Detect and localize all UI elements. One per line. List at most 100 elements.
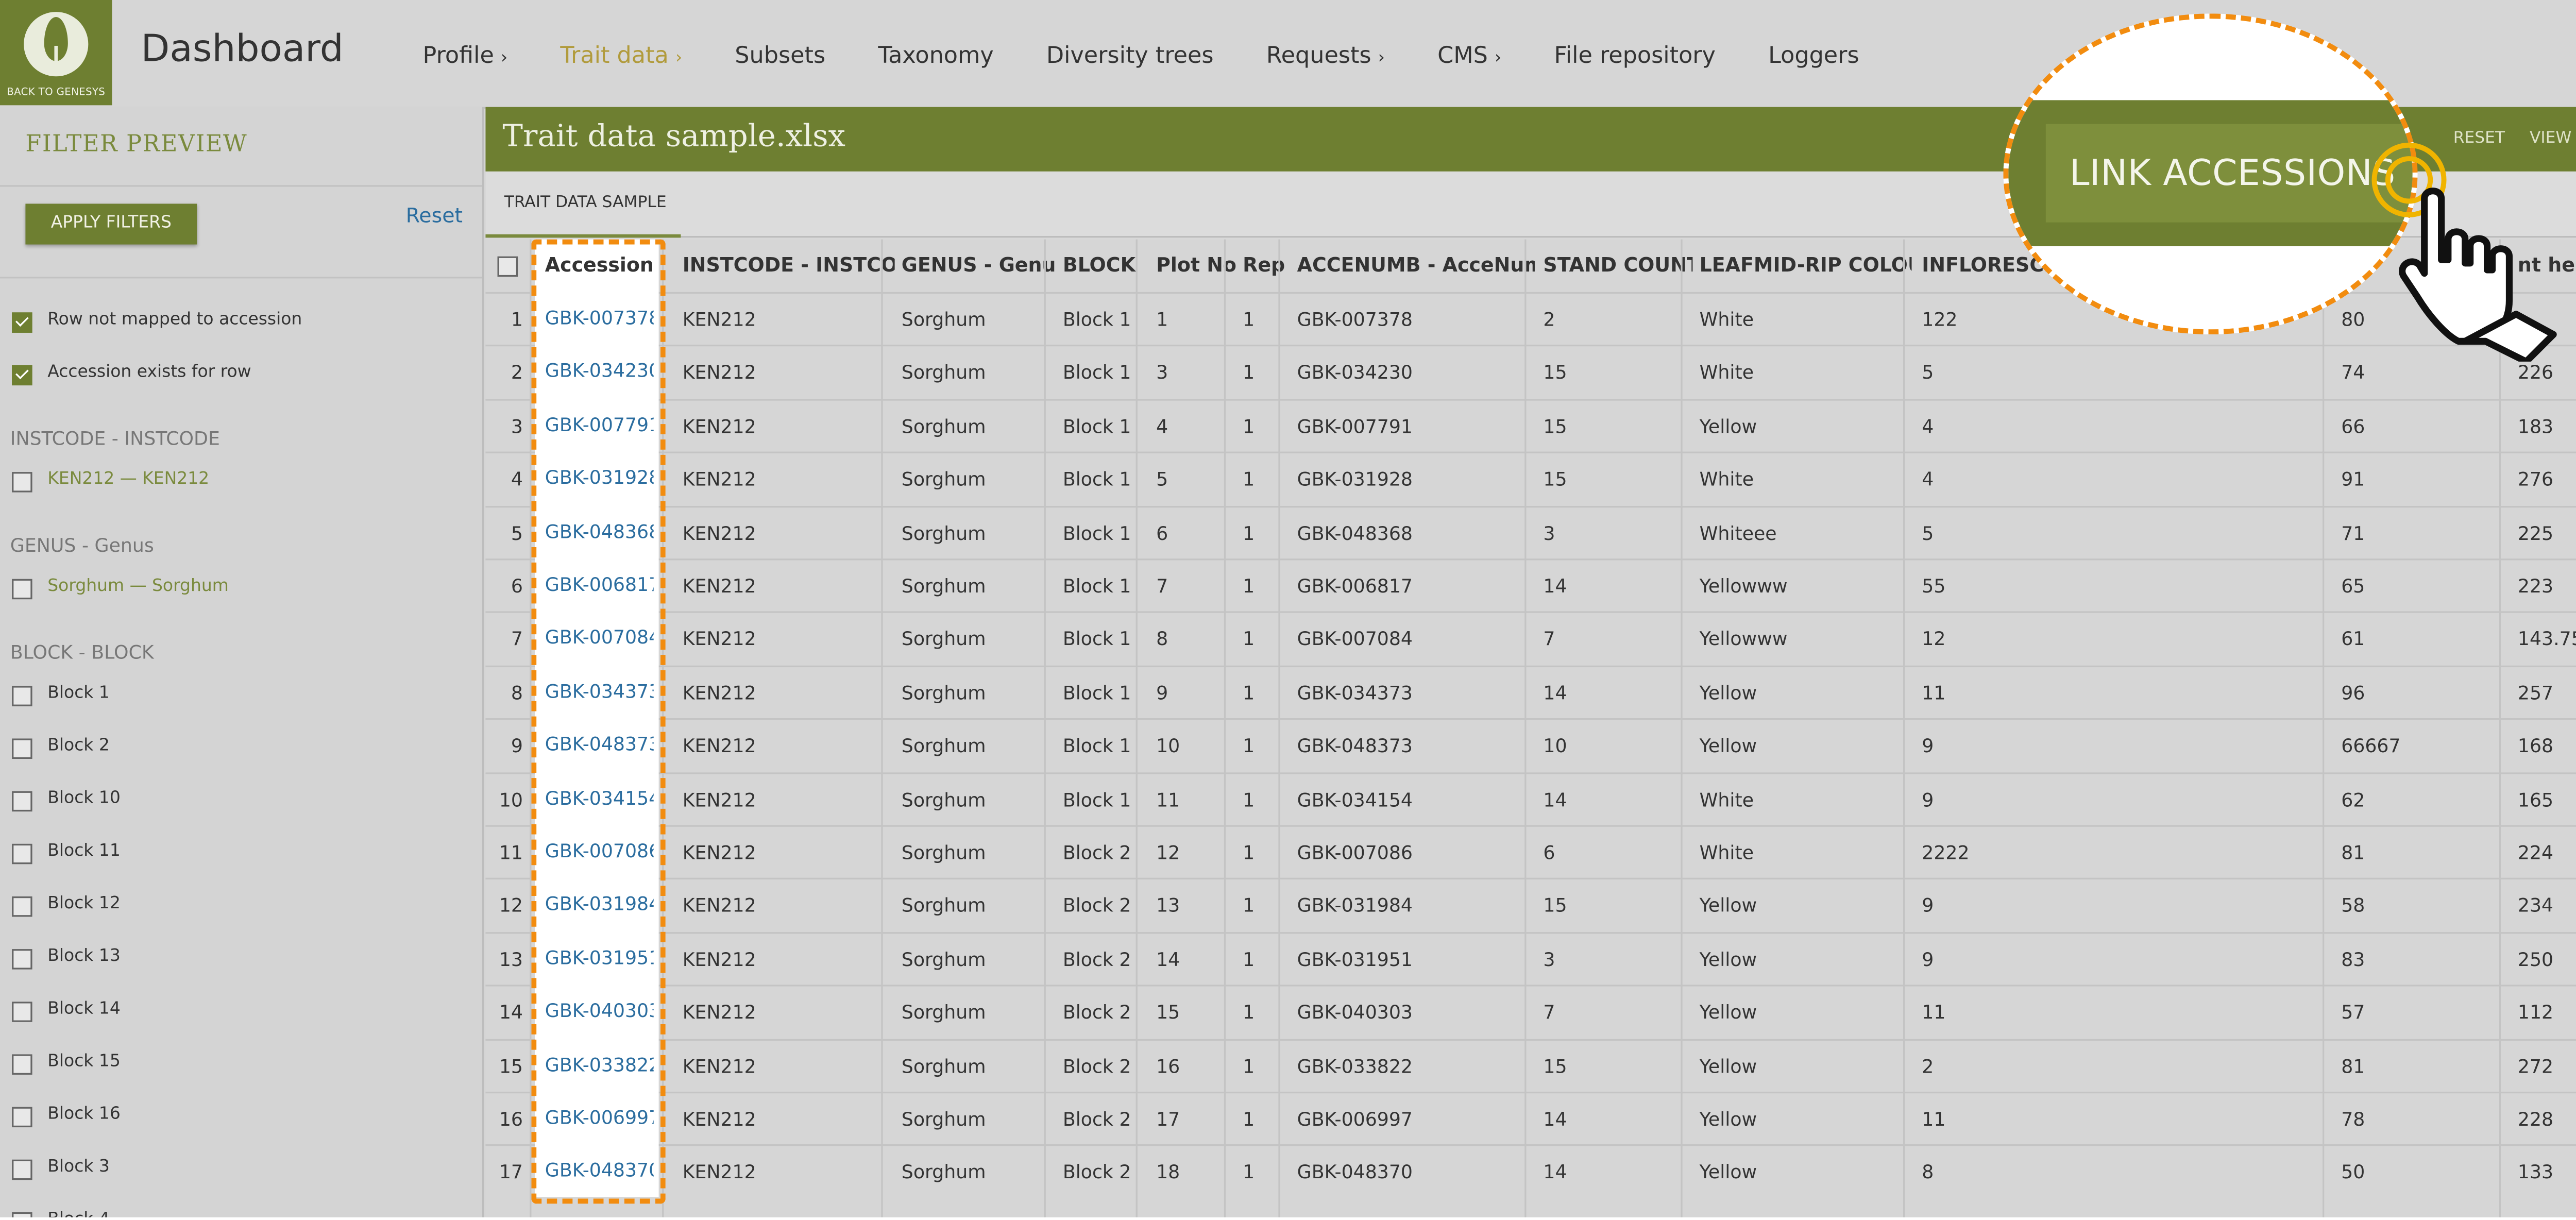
table-cell: 14 [1543,575,1567,598]
table-cell: Yellow [1699,1108,1757,1131]
table-cell: 143.75 [2517,629,2576,651]
table-row[interactable]: 14 KEN212 Sorghum Block 2 15 1 GBK-040303 7 Yell… [485,985,2576,1039]
table-cell: Block 1 [1062,469,1131,491]
table-cell: 2 [1543,309,1555,331]
filter-option-checkbox[interactable] [12,949,32,970]
nav-loggers[interactable]: Loggers [1768,42,1859,70]
filter-option-checkbox[interactable] [12,686,32,706]
row-number: 4 [511,469,523,491]
table-row[interactable]: 11 KEN212 Sorghum Block 2 12 1 GBK-007086 6 Whit… [485,825,2576,879]
table-cell: Block 1 [1062,788,1131,811]
table-cell: 1 [1243,309,1255,331]
table-cell: Sorghum [901,362,986,385]
filter-option-checkbox[interactable] [12,791,32,812]
table-row[interactable]: 16 KEN212 Sorghum Block 2 17 1 GBK-006997 14 Yel… [485,1091,2576,1146]
table-cell: Block 2 [1062,895,1131,918]
column-header[interactable]: Rep [1243,240,1290,292]
filter-option-checkbox[interactable] [12,843,32,865]
filter-option-label: Block 4 [47,1211,110,1217]
table-row[interactable]: 7 KEN212 Sorghum Block 1 8 1 GBK-007084 7 Yellow… [485,612,2576,666]
filter-preview-title: FILTER PREVIEW [25,130,248,158]
filter-option-checkbox[interactable] [12,738,32,759]
nav-requests[interactable]: Requests › [1266,42,1385,70]
table-cell: KEN212 [682,895,756,918]
table-cell: 11 [1156,788,1180,811]
table-cell: 14 [1543,788,1567,811]
table-cell: 12 [1156,842,1180,865]
nav-label: Subsets [735,42,826,70]
table-cell: KEN212 [682,682,756,704]
table-row[interactable]: 6 KEN212 Sorghum Block 1 7 1 GBK-006817 14 Yello… [485,558,2576,613]
filter-option-label: Block 16 [47,1105,121,1124]
nav-label: File repository [1554,42,1716,70]
table-row[interactable]: 9 KEN212 Sorghum Block 1 10 1 GBK-048373 10 Yell… [485,718,2576,773]
nav-cms[interactable]: CMS › [1437,42,1501,70]
pointing-hand-icon [2399,188,2557,362]
column-header[interactable]: ACCENUMB - AcceNumb [1297,240,1535,292]
table-row[interactable]: 13 KEN212 Sorghum Block 2 14 1 GBK-031951 3 Yell… [485,931,2576,986]
filter-option-checkbox[interactable] [12,896,32,917]
table-cell: Sorghum [901,895,986,918]
table-cell: 1 [1243,362,1255,385]
table-cell: GBK-048373 [1297,735,1413,758]
nav-profile[interactable]: Profile › [423,42,508,70]
table-row[interactable]: 12 KEN212 Sorghum Block 2 13 1 GBK-031984 15 Yel… [485,878,2576,933]
genesys-logo[interactable]: BACK TO GENESYS [0,0,112,106]
filter-option-checkbox[interactable] [12,472,32,493]
table-cell: Sorghum [901,522,986,545]
filter-section-title: BLOCK - BLOCK [10,641,154,664]
nav-diversity-trees[interactable]: Diversity trees [1046,42,1214,70]
row-number: 3 [511,415,523,438]
filter-option-label: Block 12 [47,894,121,913]
filter-option-checkbox[interactable] [12,1054,32,1075]
column-header[interactable]: BLOCK [1063,240,1148,292]
filter-option-label: Block 13 [47,947,121,967]
table-cell: 1 [1243,948,1255,971]
table-cell: 9 [1922,788,1934,811]
reset-filters-link[interactable]: Reset [406,204,463,227]
filter-option-checkbox[interactable] [12,1107,32,1128]
tab-trait-data-sample[interactable]: TRAIT DATA SAMPLE [485,172,681,238]
table-cell: Sorghum [901,1162,986,1184]
table-cell: 1 [1243,629,1255,651]
accession-column-highlight [531,239,666,1204]
table-cell: GBK-034230 [1297,362,1413,385]
table-cell: 12 [1922,629,1946,651]
nav-file-repository[interactable]: File repository [1554,42,1716,70]
table-cell: Sorghum [901,788,986,811]
link-accessions-button[interactable]: LINK ACCESSIONS [2070,153,2396,194]
table-cell: Block 2 [1062,842,1131,865]
nav-trait-data[interactable]: Trait data › [560,42,682,70]
table-row[interactable]: 8 KEN212 Sorghum Block 1 9 1 GBK-034373 14 Yello… [485,665,2576,719]
table-row[interactable]: 17 KEN212 Sorghum Block 2 18 1 GBK-048370 14 Yel… [485,1145,2576,1199]
column-header[interactable]: LEAFMID-RIP COLOUR [1700,240,1912,292]
filter-checkbox[interactable] [12,365,32,386]
filter-checkbox[interactable] [12,312,32,333]
filter-option-checkbox[interactable] [12,579,32,600]
table-cell: Whiteee [1699,522,1777,545]
table-row[interactable]: 15 KEN212 Sorghum Block 2 16 1 GBK-033822 15 Yel… [485,1038,2576,1092]
table-row[interactable]: 4 KEN212 Sorghum Block 1 5 1 GBK-031928 15 White… [485,452,2576,506]
table-cell: 1 [1243,682,1255,704]
apply-filters-button[interactable]: APPLY FILTERS [25,204,197,245]
column-header[interactable]: GENUS - Genus [902,240,1055,292]
chevron-right-icon: › [1378,49,1385,68]
table-cell: 1 [1243,895,1255,918]
nav-subsets[interactable]: Subsets [735,42,825,70]
select-all-checkbox[interactable] [497,256,518,277]
table-row[interactable]: 3 KEN212 Sorghum Block 1 4 1 GBK-007791 15 Yello… [485,398,2576,453]
table-cell: 6 [1156,522,1168,545]
table-row[interactable]: 2 KEN212 Sorghum Block 1 3 1 GBK-034230 15 White… [485,345,2576,399]
filter-option-checkbox[interactable] [12,1212,32,1217]
table-cell: 81 [2341,1055,2365,1078]
table-cell: KEN212 [682,948,756,971]
nav-taxonomy[interactable]: Taxonomy [878,42,993,70]
filter-option-checkbox[interactable] [12,1159,32,1180]
view-dataset-button[interactable]: VIEW DATASET [2530,129,2576,147]
filter-option-checkbox[interactable] [12,1002,32,1022]
table-row[interactable]: 5 KEN212 Sorghum Block 1 6 1 GBK-048368 3 Whitee… [485,505,2576,560]
reset-button[interactable]: RESET [2453,129,2505,147]
column-header[interactable]: STAND COUNT [1543,240,1692,292]
table-row[interactable]: 10 KEN212 Sorghum Block 1 11 1 GBK-034154 14 Whi… [485,772,2576,826]
column-header[interactable]: INSTCODE - INSTCODE [683,240,895,292]
